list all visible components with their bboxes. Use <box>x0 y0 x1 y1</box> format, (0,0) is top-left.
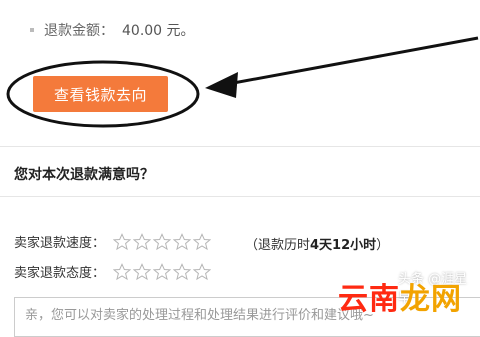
star-icon[interactable] <box>193 232 212 251</box>
star-icon[interactable] <box>173 232 192 251</box>
star-icon[interactable] <box>133 262 152 281</box>
view-money-flow-button[interactable]: 查看钱款去向 <box>33 76 168 112</box>
bullet-icon <box>30 28 34 32</box>
rating-label-speed: 卖家退款速度： <box>14 236 106 251</box>
duration-value: 4天12小时 <box>310 238 377 253</box>
star-icon[interactable] <box>133 232 152 251</box>
rating-row-attitude: 卖家退款态度： <box>14 262 212 281</box>
star-icon[interactable] <box>173 262 192 281</box>
annotation-arrow-line <box>227 36 479 86</box>
divider <box>0 196 480 197</box>
satisfaction-title: 您对本次退款满意吗？ <box>14 167 154 183</box>
star-icon[interactable] <box>113 232 132 251</box>
rating-label-attitude: 卖家退款态度： <box>14 266 106 281</box>
comment-placeholder: 亲，您可以对卖家的处理过程和处理结果进行评价和建议哦~ <box>25 308 374 323</box>
star-icon[interactable] <box>153 232 172 251</box>
duration-prefix: （退款历时 <box>245 238 311 253</box>
brand-main: 云南 <box>338 282 400 317</box>
star-icon[interactable] <box>153 262 172 281</box>
brand-logo: 云南龙网 <box>338 274 462 318</box>
duration-suffix: ） <box>376 238 390 253</box>
star-icon[interactable] <box>193 262 212 281</box>
refund-amount-line: 退款金额： 40.00 元。 <box>30 20 195 40</box>
rating-row-speed: 卖家退款速度： <box>14 232 212 251</box>
star-rating-speed[interactable] <box>113 232 212 251</box>
refund-amount-label: 退款金额： <box>44 23 114 39</box>
brand-tail: 龙网 <box>400 282 462 317</box>
refund-duration: （退款历时4天12小时） <box>245 234 389 253</box>
star-icon[interactable] <box>113 262 132 281</box>
refund-amount-value: 40.00 元。 <box>122 23 195 39</box>
star-rating-attitude[interactable] <box>113 262 212 281</box>
divider <box>0 146 480 147</box>
annotation-arrow-head <box>205 72 238 98</box>
